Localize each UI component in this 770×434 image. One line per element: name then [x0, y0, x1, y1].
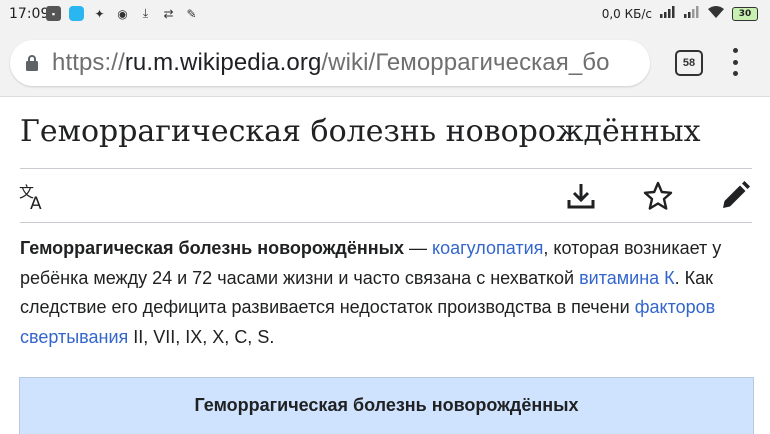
infobox-title: Геморрагическая болезнь новорождённых	[194, 395, 579, 415]
title-divider	[20, 168, 752, 169]
svg-text:A: A	[30, 194, 42, 212]
download-status-icon: ⤓	[142, 6, 149, 20]
download-icon[interactable]	[565, 180, 597, 212]
network-speed: 0,0 КБ/с	[601, 6, 652, 21]
status-time: 17:09	[9, 6, 50, 22]
notification-icons: ▪ ✦ ◉ ⤓ ⇄ ✎	[46, 6, 199, 21]
tools-icon: ✦	[94, 6, 105, 21]
address-bar[interactable]: https://ru.m.wikipedia.org/wiki/Геморраг…	[10, 40, 650, 86]
infobox: Геморрагическая болезнь новорождённых	[19, 377, 754, 434]
link-vitamin-k[interactable]: витамина К	[579, 268, 675, 288]
status-right: 0,0 КБ/с 30	[602, 6, 758, 21]
term-bold: Геморрагическая болезнь новорождённых	[20, 238, 404, 258]
blue-app-icon	[69, 6, 84, 21]
link-coagulopathy[interactable]: коагулопатия	[432, 238, 543, 258]
url-host: ru.m.wikipedia.org	[124, 49, 322, 76]
speech-icon: ◉	[117, 6, 128, 21]
signal2-icon	[684, 6, 700, 21]
lock-icon	[26, 55, 38, 71]
page-actions: 文 A	[0, 170, 770, 222]
text-segment: II, VII, IX, X, C, S.	[128, 326, 275, 347]
language-icon[interactable]: 文 A	[18, 180, 50, 212]
battery-icon: 30	[732, 6, 758, 21]
toolbar-divider	[20, 222, 752, 223]
status-bar: 17:09 ▪ ✦ ◉ ⤓ ⇄ ✎ 0,0 КБ/с 30	[0, 0, 770, 30]
notification-app-icon: ▪	[46, 6, 61, 21]
text-segment: —	[404, 238, 433, 258]
url-protocol: https://	[52, 49, 125, 76]
tool-icon: ✎	[186, 6, 197, 21]
url-text[interactable]: https://ru.m.wikipedia.org/wiki/Геморраг…	[52, 49, 610, 77]
page-title: Геморрагическая болезнь новорождённых	[20, 114, 701, 149]
url-path: /wiki/Геморрагическая_бо	[321, 49, 610, 76]
edit-icon[interactable]	[719, 180, 751, 212]
browser-toolbar: https://ru.m.wikipedia.org/wiki/Геморраг…	[0, 30, 770, 97]
browser-menu-button[interactable]	[731, 48, 739, 76]
tab-switcher-button[interactable]: 58	[675, 50, 703, 76]
signal-icon	[660, 6, 676, 21]
sync-icon: ⇄	[163, 6, 174, 21]
star-icon[interactable]	[642, 180, 674, 212]
intro-paragraph: Геморрагическая болезнь новорождённых — …	[20, 234, 755, 352]
wifi-icon	[708, 6, 724, 21]
